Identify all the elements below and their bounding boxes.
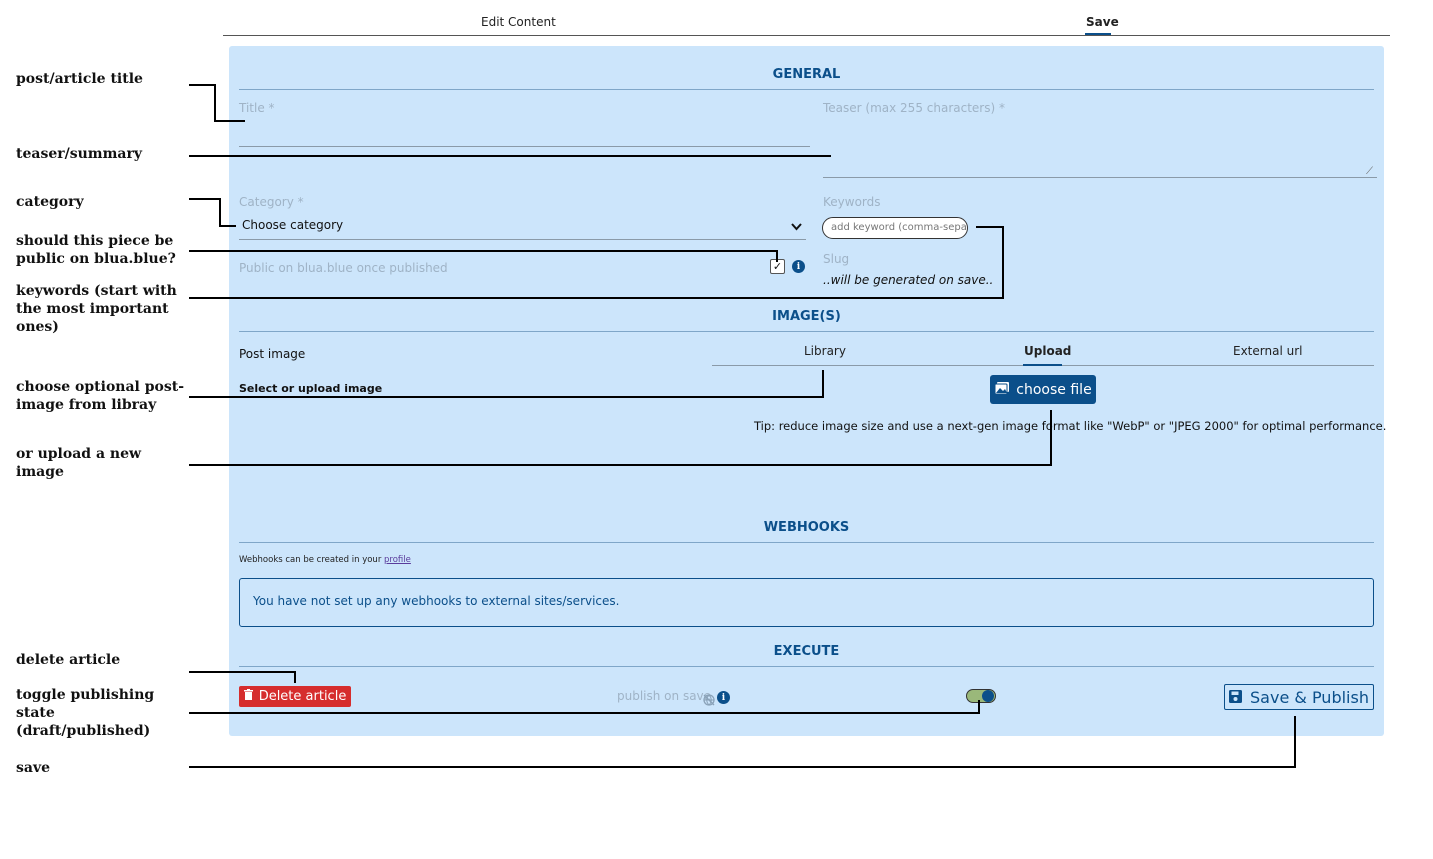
annotation-leader-lines [189, 84, 1296, 768]
